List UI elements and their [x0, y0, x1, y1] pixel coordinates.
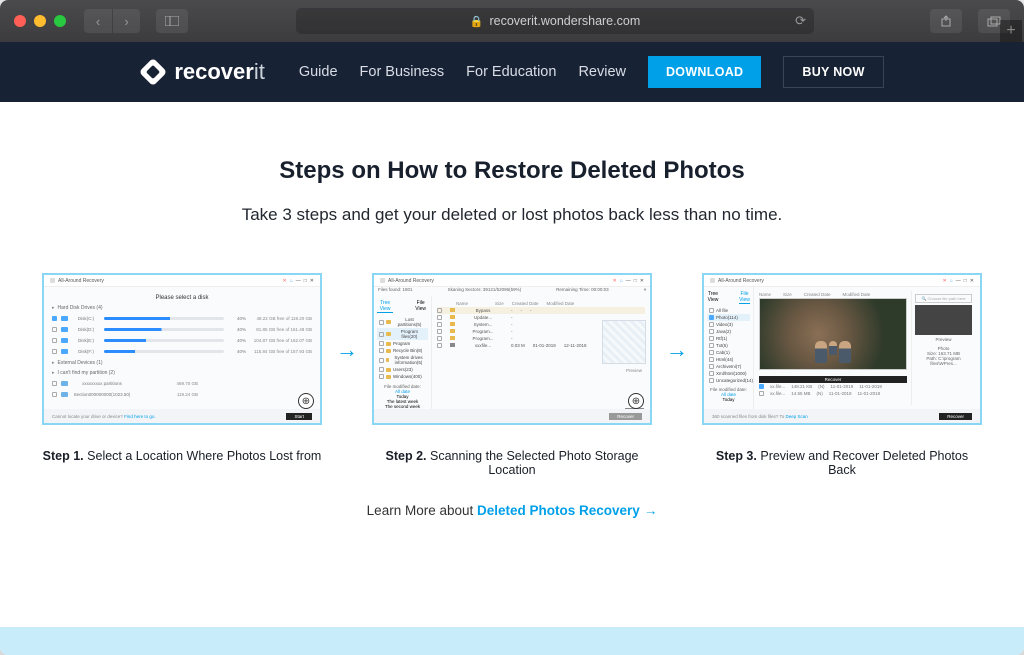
step-1-caption: Select a Location Where Photos Lost from	[87, 449, 321, 463]
brand-main: recover	[174, 59, 254, 84]
start-button: Start	[286, 413, 312, 420]
page-content: recoverit Guide For Business For Educati…	[0, 42, 1024, 655]
browser-chrome: ‹ › 🔒 recoverit.wondershare.com ⟳	[0, 0, 1024, 42]
page-subtitle: Take 3 steps and get your deleted or los…	[40, 205, 984, 225]
url-text: recoverit.wondershare.com	[489, 14, 640, 28]
thumb-photo	[915, 305, 972, 335]
step-1-screenshot: All-Around Recovery ✕⌂—□✕ Please select …	[42, 273, 322, 425]
step-3-caption: Preview and Recover Deleted Photos Back	[760, 449, 968, 477]
nav-link-review[interactable]: Review	[578, 64, 626, 80]
step-3-screenshot: All-Around Recovery ✕⌂—□✕ Tree ViewFile …	[702, 273, 982, 425]
buy-now-button[interactable]: BUY NOW	[783, 56, 883, 88]
nav-link-education[interactable]: For Education	[466, 64, 556, 80]
preview-photo	[759, 298, 907, 370]
section-cant-find: I can't find my partition (2)	[52, 370, 312, 376]
footer-band	[0, 627, 1024, 655]
traffic-lights	[14, 15, 66, 27]
step-1-card: All-Around Recovery ✕⌂—□✕ Please select …	[42, 273, 322, 463]
address-bar[interactable]: 🔒 recoverit.wondershare.com ⟳	[296, 8, 814, 34]
select-disk-heading: Please select a disk	[52, 295, 312, 301]
step-2-card: All-Around Recovery ✕⌂—□✕ Files found: 1…	[372, 273, 652, 477]
section-external: External Devices (1)	[52, 360, 312, 366]
download-button[interactable]: DOWNLOAD	[648, 56, 761, 88]
reload-icon[interactable]: ⟳	[795, 13, 806, 29]
window-zoom-icon[interactable]	[54, 15, 66, 27]
lock-icon: 🔒	[470, 15, 484, 28]
forward-button[interactable]: ›	[112, 9, 140, 33]
link-arrow-icon: →	[644, 503, 658, 518]
nav-link-guide[interactable]: Guide	[299, 64, 338, 80]
step-3-card: All-Around Recovery ✕⌂—□✕ Tree ViewFile …	[702, 273, 982, 477]
step-2-num: Step 2.	[386, 449, 427, 463]
app-title: All-Around Recovery	[58, 278, 104, 284]
logo-icon	[140, 59, 166, 85]
window-close-icon[interactable]	[14, 15, 26, 27]
new-tab-button[interactable]: +	[1000, 20, 1022, 42]
sidebar-toggle-icon[interactable]	[156, 9, 188, 33]
magnifier-icon: ⊕	[628, 393, 644, 409]
steps-row: All-Around Recovery ✕⌂—□✕ Please select …	[40, 273, 984, 477]
learn-more-prefix: Learn More about	[367, 503, 477, 518]
step-1-num: Step 1.	[43, 449, 84, 463]
magnifier-icon: ⊕	[298, 393, 314, 409]
nav-link-business[interactable]: For Business	[360, 64, 445, 80]
learn-more: Learn More about Deleted Photos Recovery…	[40, 503, 984, 518]
nav-history-buttons: ‹ ›	[84, 9, 140, 33]
arrow-2-icon: →	[666, 337, 688, 363]
section-hdd: Hard Disk Drives (4)	[52, 305, 312, 311]
step-3-num: Step 3.	[716, 449, 757, 463]
site-nav: recoverit Guide For Business For Educati…	[0, 42, 1024, 102]
brand-sub: it	[254, 59, 265, 84]
learn-more-link[interactable]: Deleted Photos Recovery	[477, 503, 640, 518]
page-title: Steps on How to Restore Deleted Photos	[40, 157, 984, 185]
back-button[interactable]: ‹	[84, 9, 112, 33]
share-icon[interactable]	[930, 9, 962, 33]
logo[interactable]: recoverit	[140, 59, 265, 85]
arrow-1-icon: →	[336, 337, 358, 363]
app-icon	[50, 278, 55, 283]
step-2-screenshot: All-Around Recovery ✕⌂—□✕ Files found: 1…	[372, 273, 652, 425]
step-2-caption: Scanning the Selected Photo Storage Loca…	[430, 449, 638, 477]
window-minimize-icon[interactable]	[34, 15, 46, 27]
